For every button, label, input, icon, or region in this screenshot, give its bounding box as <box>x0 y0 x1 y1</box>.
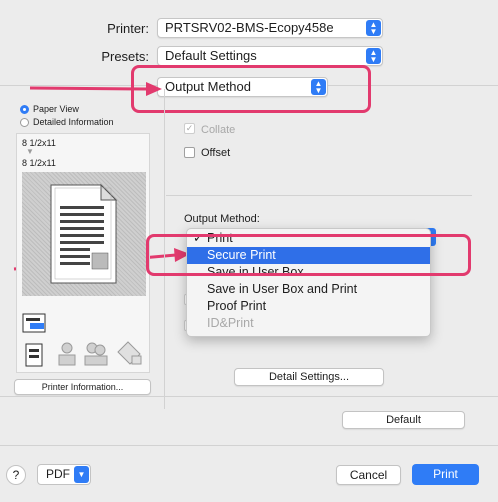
menu-item-id-print: ID&Print <box>187 315 430 332</box>
chevron-down-icon: ▼ <box>74 466 89 483</box>
annotation-arrow-1 <box>29 86 149 91</box>
footer-divider <box>0 445 498 446</box>
paper-view-radio[interactable] <box>20 105 29 114</box>
preview-pane: 8 1/2x11 ▼ 8 1/2x11 <box>16 133 150 373</box>
detailed-info-label: Detailed Information <box>33 117 114 127</box>
cancel-button[interactable]: Cancel <box>336 465 401 485</box>
finisher-icon <box>22 313 46 333</box>
collate-checkbox[interactable]: ✓ <box>184 123 195 134</box>
paper-view-label: Paper View <box>33 104 79 114</box>
printer-device-icon <box>25 343 43 367</box>
paper-preview <box>22 172 146 296</box>
menu-item-label: ID&Print <box>207 316 254 330</box>
menu-item-label: Proof Print <box>207 299 267 313</box>
pdf-menu-button[interactable]: PDF ▼ <box>37 464 91 485</box>
user-icon <box>58 342 76 366</box>
detailed-info-radio[interactable] <box>20 118 29 127</box>
menu-item-label: Save in User Box and Print <box>207 282 358 296</box>
pdf-label: PDF <box>46 467 70 481</box>
printer-information-button[interactable]: Printer Information... <box>14 379 151 395</box>
lock-stamp-icon <box>117 341 142 365</box>
menu-item-save-in-user-box-and-print[interactable]: Save in User Box and Print <box>187 281 430 298</box>
options-divider <box>166 195 472 196</box>
down-arrow-icon: ▼ <box>26 147 34 156</box>
offset-label: Offset <box>201 147 231 159</box>
menu-item-proof-print[interactable]: Proof Print <box>187 298 430 315</box>
detail-settings-button[interactable]: Detail Settings... <box>234 368 384 386</box>
print-button[interactable]: Print <box>412 464 479 485</box>
document-preview-icon <box>50 183 118 284</box>
annotation-arrowhead-1 <box>146 82 162 96</box>
collate-label: Collate <box>201 124 236 136</box>
annotation-highlight-secure-print <box>146 234 471 276</box>
output-method-label: Output Method: <box>184 213 260 225</box>
paper-size-bottom: 8 1/2x11 <box>22 158 56 168</box>
device-icons <box>22 313 142 367</box>
help-button[interactable]: ? <box>6 465 26 485</box>
bottom-panel-divider <box>0 396 498 397</box>
users-icon <box>84 342 108 366</box>
offset-checkbox[interactable] <box>184 147 195 158</box>
default-button[interactable]: Default <box>342 411 465 429</box>
